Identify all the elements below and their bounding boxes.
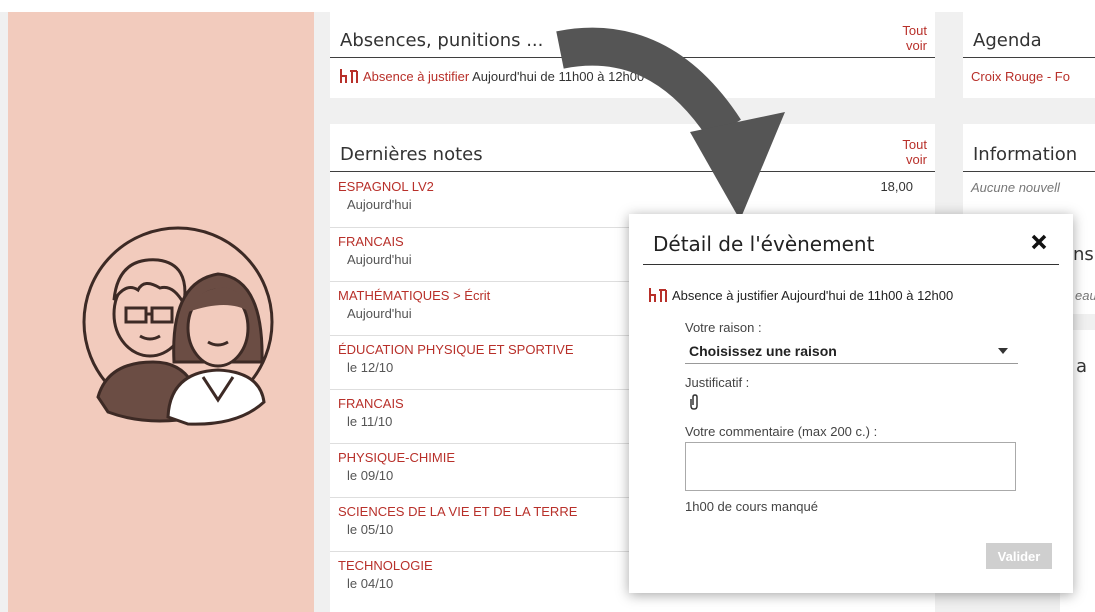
informations-empty-text: Aucune nouvell [971, 180, 1060, 195]
absences-card: Absences, punitions ... Tout voir Absenc… [330, 12, 935, 98]
absence-item[interactable]: Absence à justifier Aujourd'hui de 11h00… [340, 69, 644, 84]
note-subject: PHYSIQUE-CHIMIE [338, 450, 456, 465]
note-date: le 12/10 [347, 360, 394, 375]
absences-see-all-link[interactable]: Tout voir [887, 23, 927, 53]
informations-card: Information Aucune nouvell [963, 124, 1095, 214]
partial-text-1: eau [1075, 288, 1095, 303]
note-date: le 04/10 [347, 576, 394, 591]
dialog-event-text: Absence à justifier Aujourd'hui de 11h00… [672, 288, 954, 303]
dialog-event: Absence à justifier Aujourd'hui de 11h00… [649, 288, 953, 303]
top-bar [0, 0, 1095, 12]
chevron-down-icon [998, 348, 1008, 354]
note-subject: ESPAGNOL LV2 [338, 179, 434, 194]
dialog-title: Détail de l'évènement [653, 232, 875, 256]
partial-title-1: ns [1073, 244, 1094, 265]
note-subject: SCIENCES DE LA VIE ET DE LA TERRE [338, 504, 578, 519]
reason-select-value: Choisissez une raison [689, 343, 837, 359]
absences-title: Absences, punitions ... [340, 30, 544, 51]
note-grade: 18,00 [880, 179, 913, 194]
informations-title: Information [973, 144, 1078, 165]
classroom-chair-icon [340, 69, 358, 83]
partial-title-2: a [1076, 356, 1088, 377]
classroom-chair-icon [649, 288, 667, 302]
dialog-divider [643, 264, 1059, 265]
informations-header: Information [963, 124, 1095, 172]
agenda-title: Agenda [973, 30, 1042, 51]
absences-header: Absences, punitions ... Tout voir [330, 12, 935, 58]
comment-label: Votre commentaire (max 200 c.) : [685, 424, 878, 439]
absences-body: Absence à justifier Aujourd'hui de 11h00… [330, 59, 935, 98]
notes-title: Dernières notes [340, 144, 483, 165]
note-subject: MATHÉMATIQUES > Écrit [338, 288, 491, 303]
note-subject: ÉDUCATION PHYSIQUE ET SPORTIVE [338, 342, 574, 357]
event-detail-dialog: Détail de l'évènement Absence à justifie… [629, 214, 1073, 593]
reason-select[interactable]: Choisissez une raison [685, 338, 1018, 364]
validate-button[interactable]: Valider [986, 543, 1052, 569]
left-illustration-panel [8, 12, 314, 612]
note-date: le 05/10 [347, 522, 394, 537]
note-date: Aujourd'hui [347, 252, 412, 267]
note-subject: TECHNOLOGIE [338, 558, 433, 573]
notes-see-all-link[interactable]: Tout voir [887, 137, 927, 167]
comment-field[interactable] [685, 442, 1016, 491]
agenda-header: Agenda [963, 12, 1095, 58]
agenda-card: Agenda Croix Rouge - Fo [963, 12, 1095, 98]
note-date: Aujourd'hui [347, 197, 412, 212]
paperclip-icon[interactable] [689, 394, 699, 410]
note-subject: FRANCAIS [338, 234, 404, 249]
students-illustration-icon [82, 226, 274, 426]
agenda-item[interactable]: Croix Rouge - Fo [971, 69, 1070, 84]
missed-class-text: 1h00 de cours manqué [685, 499, 818, 514]
absence-time: Aujourd'hui de 11h00 à 12h00 [472, 69, 645, 84]
close-icon[interactable] [1029, 232, 1049, 252]
note-subject: FRANCAIS [338, 396, 404, 411]
note-date: Aujourd'hui [347, 306, 412, 321]
note-date: le 09/10 [347, 468, 394, 483]
reason-label: Votre raison : [685, 320, 762, 335]
proof-label: Justificatif : [685, 375, 750, 390]
absence-label: Absence à justifier [363, 69, 470, 84]
notes-header: Dernières notes Tout voir [330, 124, 935, 172]
note-date: le 11/10 [347, 414, 393, 429]
